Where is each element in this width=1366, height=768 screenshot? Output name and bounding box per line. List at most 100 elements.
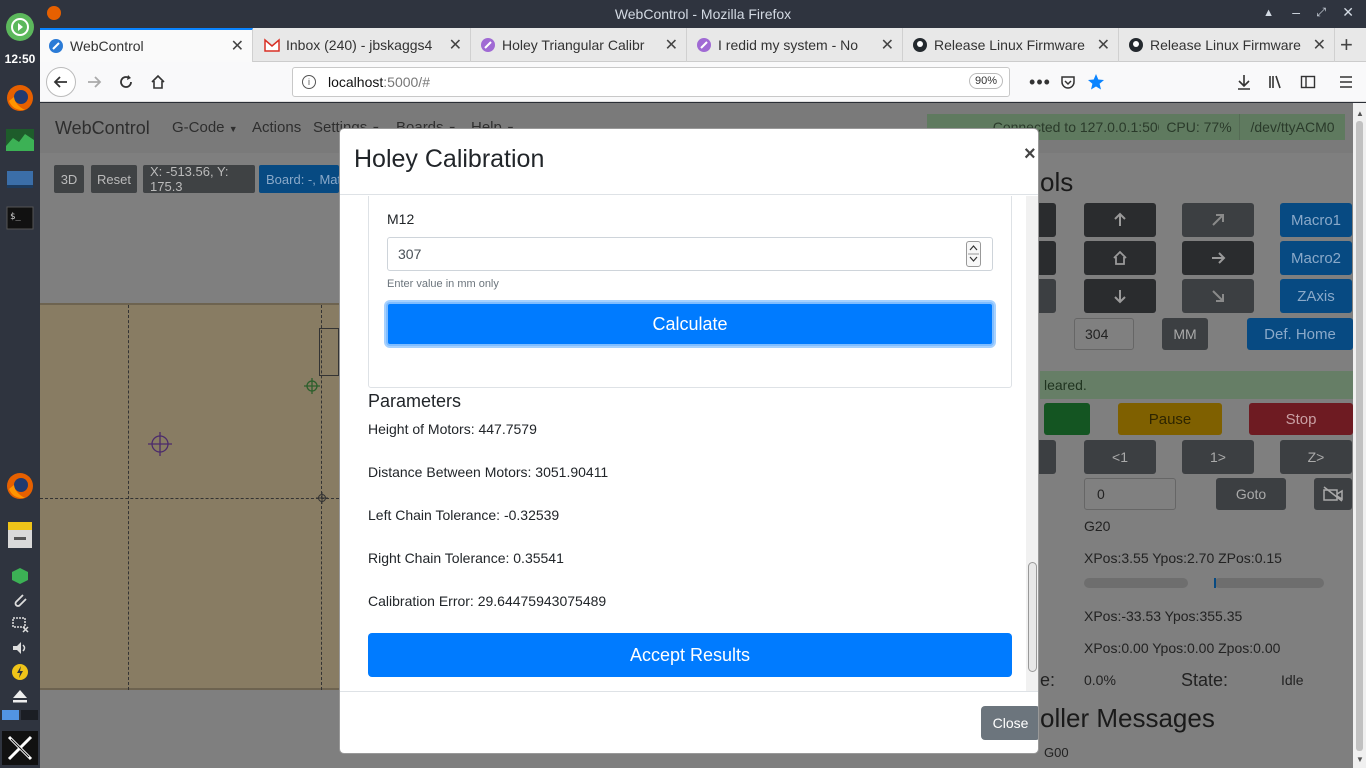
library-icon[interactable]	[1262, 68, 1290, 96]
eject-icon[interactable]	[10, 686, 30, 706]
clock: 12:50	[4, 52, 36, 66]
page-scrollbar-thumb[interactable]	[1356, 121, 1363, 751]
window-up-icon[interactable]: ▲	[1263, 7, 1274, 19]
jog-right-button[interactable]	[1182, 241, 1254, 275]
tab-webcontrol[interactable]: WebControl ✕	[40, 28, 253, 62]
step-back-button[interactable]: <1	[1084, 440, 1156, 474]
page-scrollbar[interactable]: ▲ ▼	[1353, 103, 1366, 768]
menu-launcher-icon[interactable]	[4, 11, 36, 43]
spinner-arrows-icon	[968, 245, 979, 262]
controls-heading: ols	[1040, 167, 1074, 197]
accept-results-button[interactable]: Accept Results	[368, 633, 1012, 677]
window-maximize-icon[interactable]: ⤢	[1316, 5, 1326, 20]
downloads-icon[interactable]	[1230, 68, 1258, 96]
tab-close-icon[interactable]: ✕	[449, 35, 462, 55]
pause-button[interactable]: Pause	[1118, 403, 1222, 435]
jog-down-right-button[interactable]	[1182, 279, 1254, 313]
coordinates-readout: X: -513.56, Y: 175.3	[143, 164, 255, 194]
page-actions-icon[interactable]: •••	[1026, 68, 1054, 96]
field-help-text: Enter value in mm only	[387, 278, 499, 290]
home-icon[interactable]	[144, 68, 172, 96]
firefox-launcher-icon[interactable]	[4, 470, 36, 502]
play-button[interactable]	[1044, 403, 1090, 435]
reload-icon[interactable]	[112, 68, 140, 96]
tab-close-icon[interactable]: ✕	[231, 36, 244, 56]
modal-scrollbar-thumb[interactable]	[1028, 562, 1037, 672]
volume-icon[interactable]	[10, 638, 30, 658]
tab-holey-triangular[interactable]: Holey Triangular Calibr ✕	[472, 28, 687, 62]
jog-distance-input[interactable]: 304	[1074, 318, 1134, 350]
tab-close-icon[interactable]: ✕	[665, 35, 678, 55]
origin-marker-icon	[304, 378, 320, 394]
line-number-input[interactable]: 0	[1084, 478, 1176, 510]
firefox-icon[interactable]	[4, 82, 36, 114]
jog-up-right-button[interactable]	[1182, 203, 1254, 237]
new-tab-plus-icon[interactable]: +	[1340, 32, 1353, 58]
workspace-canvas[interactable]	[40, 303, 339, 690]
zaxis-button[interactable]: ZAxis	[1280, 279, 1352, 313]
window-close-icon[interactable]: ✕	[1342, 4, 1354, 21]
url-bar[interactable]: i localhost:5000/# 90%	[292, 67, 1010, 97]
sidebar-icon[interactable]	[1294, 68, 1322, 96]
zoom-badge[interactable]: 90%	[969, 73, 1004, 89]
stop-button[interactable]: Stop	[1249, 403, 1353, 435]
home-button[interactable]	[1084, 241, 1156, 275]
camera-off-button[interactable]	[1314, 478, 1352, 510]
modal-close-icon[interactable]: ×	[1024, 143, 1036, 166]
paperclip-icon[interactable]	[10, 590, 30, 610]
m12-input[interactable]: 307	[387, 237, 993, 271]
m12-input-value: 307	[398, 246, 422, 262]
tab-release-1[interactable]: Release Linux Firmware ✕	[904, 28, 1119, 62]
tab-release-2[interactable]: Release Linux Firmware ✕	[1120, 28, 1335, 62]
package-icon[interactable]	[10, 566, 30, 586]
forum-icon	[481, 38, 495, 52]
macro1-button[interactable]: Macro1	[1280, 203, 1352, 237]
screen-off-icon[interactable]	[10, 614, 30, 634]
tab-close-icon[interactable]: ✕	[1313, 35, 1326, 55]
messages-heading: oller Messages	[1040, 703, 1215, 733]
define-home-button[interactable]: Def. Home	[1247, 318, 1353, 350]
menu-gcode[interactable]: G-Code ▼	[172, 119, 238, 136]
rate-value: 0.0%	[1084, 672, 1116, 688]
workspace-switcher[interactable]	[2, 710, 38, 720]
calculate-button[interactable]: Calculate	[386, 302, 994, 346]
tab-inbox[interactable]: Inbox (240) - jbskaggs4 ✕	[256, 28, 471, 62]
app-brand[interactable]: WebControl	[55, 118, 150, 139]
power-icon[interactable]	[10, 662, 30, 682]
number-spinner[interactable]	[966, 241, 981, 267]
modal-scrollbar[interactable]	[1026, 196, 1038, 691]
window-minimize-icon[interactable]: –	[1292, 4, 1300, 20]
goto-button[interactable]: Goto	[1216, 478, 1286, 510]
modal-body: M12 307 Enter value in mm only Calculate…	[340, 196, 1038, 691]
forward-arrow-icon[interactable]	[80, 68, 108, 96]
view-3d-button[interactable]: 3D	[54, 165, 84, 193]
arrow-down-right-icon	[1212, 290, 1224, 302]
site-info-icon[interactable]: i	[302, 75, 316, 89]
progress-bar-left	[1084, 578, 1188, 588]
system-monitor-icon[interactable]	[4, 124, 36, 156]
tab-close-icon[interactable]: ✕	[881, 35, 894, 55]
close-button[interactable]: Close	[981, 706, 1038, 740]
display-icon[interactable]	[4, 164, 36, 196]
macro2-button[interactable]: Macro2	[1280, 241, 1352, 275]
jog-down-button[interactable]	[1084, 279, 1156, 313]
step-end-button[interactable]: Z>	[1280, 440, 1352, 474]
forum-icon	[697, 38, 711, 52]
jog-up-button[interactable]	[1084, 203, 1156, 237]
step-forward-button[interactable]: 1>	[1182, 440, 1254, 474]
units-toggle-button[interactable]: MM	[1162, 318, 1208, 350]
back-arrow-icon[interactable]	[46, 67, 76, 97]
hamburger-menu-icon[interactable]	[1332, 68, 1360, 96]
tab-close-icon[interactable]: ✕	[1097, 35, 1110, 55]
files-icon[interactable]	[4, 519, 36, 551]
position-readout-3: XPos:0.00 Ypos:0.00 Zpos:0.00	[1084, 640, 1281, 656]
bookmark-star-icon[interactable]	[1082, 68, 1110, 96]
arrow-right-icon	[1212, 252, 1226, 264]
param-right-chain-tolerance: Right Chain Tolerance: 0.35541	[368, 550, 564, 566]
menu-actions[interactable]: Actions	[252, 119, 301, 136]
reset-view-button[interactable]: Reset	[91, 165, 137, 193]
pocket-icon[interactable]	[1054, 68, 1082, 96]
tab-redid-system[interactable]: I redid my system - No ✕	[688, 28, 903, 62]
terminal-icon[interactable]: $_	[4, 202, 36, 234]
x-logo-icon[interactable]	[2, 731, 38, 765]
